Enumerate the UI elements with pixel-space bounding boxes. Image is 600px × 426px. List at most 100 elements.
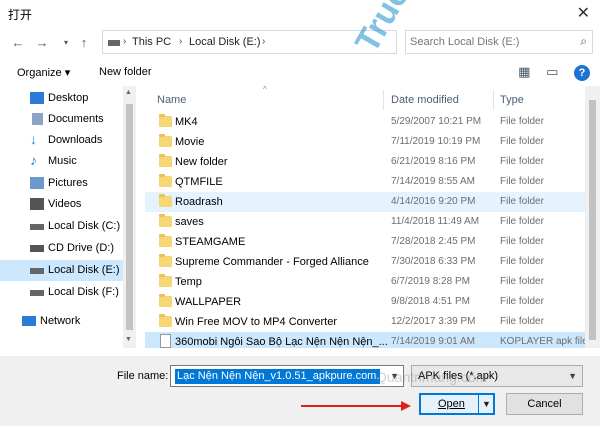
table-row[interactable]: Win Free MOV to MP4 Converter 12/2/2017 … [145, 312, 585, 332]
file-date: 6/21/2019 8:16 PM [391, 156, 476, 167]
table-row[interactable]: STEAMGAME 7/28/2018 2:45 PM File folder [145, 232, 585, 252]
sidebar-scroll-thumb[interactable] [126, 104, 133, 330]
file-name: New folder [175, 156, 228, 168]
table-row[interactable]: WALLPAPER 9/8/2018 4:51 PM File folder [145, 292, 585, 312]
downloads-icon: ↓ [30, 131, 37, 147]
sidebar-item-downloads[interactable]: ↓ Downloads [0, 130, 123, 151]
breadcrumb-separator-icon[interactable]: › [123, 36, 126, 47]
file-name: 360mobi Ngôi Sao Bộ Lạc Nện Nện Nện_... [175, 336, 388, 348]
file-type: KOPLAYER apk file [500, 336, 585, 347]
breadcrumb-separator-icon[interactable]: › [262, 36, 265, 47]
column-header-name[interactable]: Name [157, 94, 186, 106]
file-name: MK4 [175, 116, 198, 128]
open-button[interactable]: Open ▼ [419, 393, 495, 415]
forward-arrow-icon[interactable]: → [34, 34, 50, 52]
up-arrow-icon[interactable]: ↑ [76, 34, 92, 52]
scroll-down-icon[interactable]: ▼ [125, 336, 132, 343]
table-row[interactable]: QTMFILE 7/14/2019 8:55 AM File folder [145, 172, 585, 192]
sidebar-item-label: Downloads [48, 134, 103, 146]
file-list-scroll-thumb[interactable] [589, 100, 596, 340]
table-row[interactable]: saves 11/4/2018 11:49 AM File folder [145, 212, 585, 232]
search-box[interactable]: ⌕ [405, 30, 593, 54]
sidebar-item-pictures[interactable]: Pictures [0, 173, 123, 194]
column-divider[interactable] [383, 90, 384, 110]
command-toolbar: Organize ▾ New folder ▦ ▭ ? [0, 60, 600, 86]
sidebar-item-label: Local Disk (E:) [48, 264, 120, 276]
column-header-type[interactable]: Type [500, 94, 524, 106]
folder-icon [159, 194, 172, 207]
folder-icon [159, 174, 172, 187]
videos-icon [30, 198, 44, 210]
breadcrumb-local-disk-e[interactable]: Local Disk (E:) [189, 36, 261, 48]
file-type: File folder [500, 156, 544, 167]
file-name-value[interactable]: Lạc Nện Nện Nện_v1.0.51_apkpure.com.apk [175, 369, 380, 384]
breadcrumb-this-pc[interactable]: This PC [132, 36, 171, 48]
help-icon[interactable]: ? [574, 65, 590, 81]
sidebar-item-desktop[interactable]: Desktop [0, 88, 123, 109]
cancel-button[interactable]: Cancel [506, 393, 583, 415]
organize-button[interactable]: Organize ▾ [17, 66, 70, 79]
folder-icon [159, 234, 172, 247]
folder-icon [159, 294, 172, 307]
back-arrow-icon[interactable]: ← [10, 34, 26, 52]
preview-pane-icon[interactable]: ▭ [546, 64, 558, 79]
folder-icon [159, 134, 172, 147]
table-row[interactable]: Movie 7/11/2019 10:19 PM File folder [145, 132, 585, 152]
sidebar-item-label: CD Drive (D:) [48, 242, 114, 254]
close-icon[interactable]: ✕ [577, 3, 590, 23]
file-type: File folder [500, 276, 544, 287]
table-row[interactable]: 360mobi Ngôi Sao Bộ Lạc Nện Nện Nện_... … [145, 332, 585, 348]
search-input[interactable] [410, 34, 570, 50]
chevron-down-icon[interactable]: ▼ [568, 371, 577, 381]
file-name: STEAMGAME [175, 236, 246, 248]
table-row[interactable]: MK4 5/29/2007 10:21 PM File folder [145, 112, 585, 132]
sidebar-scrollbar[interactable]: ▲ ▼ [123, 86, 136, 348]
file-name-label: File name: [117, 370, 169, 382]
sidebar-item-music[interactable]: ♪ Music [0, 151, 123, 172]
view-options-icon[interactable]: ▦ [518, 64, 530, 79]
file-type: File folder [500, 196, 544, 207]
sort-ascending-icon: ^ [263, 86, 267, 94]
sidebar-item-label: Videos [48, 198, 82, 210]
chevron-down-icon[interactable]: ▼ [482, 399, 491, 409]
column-header-row: ^ Name Date modified Type [145, 86, 585, 112]
sidebar-item-label: Pictures [48, 177, 88, 189]
desktop-icon [30, 92, 44, 104]
split-divider [478, 395, 479, 413]
column-divider[interactable] [493, 90, 494, 110]
sidebar-item-local-disk-f[interactable]: Local Disk (F:) [0, 282, 123, 303]
table-row[interactable]: Roadrash 4/14/2016 9:20 PM File folder [145, 192, 585, 212]
table-row[interactable]: Temp 6/7/2019 8:28 PM File folder [145, 272, 585, 292]
new-folder-button[interactable]: New folder [99, 66, 152, 78]
sidebar-item-documents[interactable]: Documents [0, 109, 123, 130]
breadcrumb-separator-icon[interactable]: › [179, 36, 182, 47]
red-arrow-annotation [301, 401, 411, 411]
watermark-text: Quantrimang.com [376, 369, 488, 385]
sidebar-item-videos[interactable]: Videos [0, 194, 123, 215]
file-icon [160, 334, 171, 348]
sidebar-item-local-disk-e[interactable]: Local Disk (E:) [0, 260, 123, 281]
file-name-input[interactable]: Lạc Nện Nện Nện_v1.0.51_apkpure.com.apk … [170, 365, 404, 387]
table-row[interactable]: New folder 6/21/2019 8:16 PM File folder [145, 152, 585, 172]
recent-locations-chevron-icon[interactable]: ▾ [58, 34, 74, 52]
file-date: 7/14/2019 8:55 AM [391, 176, 475, 187]
scroll-up-icon[interactable]: ▲ [125, 89, 132, 96]
file-type: File folder [500, 236, 544, 247]
cancel-button-label: Cancel [527, 398, 562, 410]
sidebar-item-local-disk-c[interactable]: Local Disk (C:) [0, 216, 123, 237]
sidebar-item-cd-drive-d[interactable]: CD Drive (D:) [0, 238, 123, 259]
column-header-date-modified[interactable]: Date modified [391, 94, 459, 106]
file-type: File folder [500, 296, 544, 307]
sidebar-item-network[interactable]: Network [0, 311, 123, 332]
file-list-scrollbar[interactable] [585, 86, 600, 348]
table-row[interactable]: Supreme Commander - Forged Alliance 7/30… [145, 252, 585, 272]
pictures-icon [30, 177, 44, 189]
file-name: WALLPAPER [175, 296, 242, 308]
file-name: Movie [175, 136, 205, 148]
file-date: 9/8/2018 4:51 PM [391, 296, 470, 307]
search-icon[interactable]: ⌕ [580, 34, 587, 49]
file-type: File folder [500, 116, 544, 127]
file-name: Roadrash [175, 196, 223, 208]
sidebar-item-label: Local Disk (F:) [48, 286, 119, 298]
file-date: 12/2/2017 3:39 PM [391, 316, 476, 327]
